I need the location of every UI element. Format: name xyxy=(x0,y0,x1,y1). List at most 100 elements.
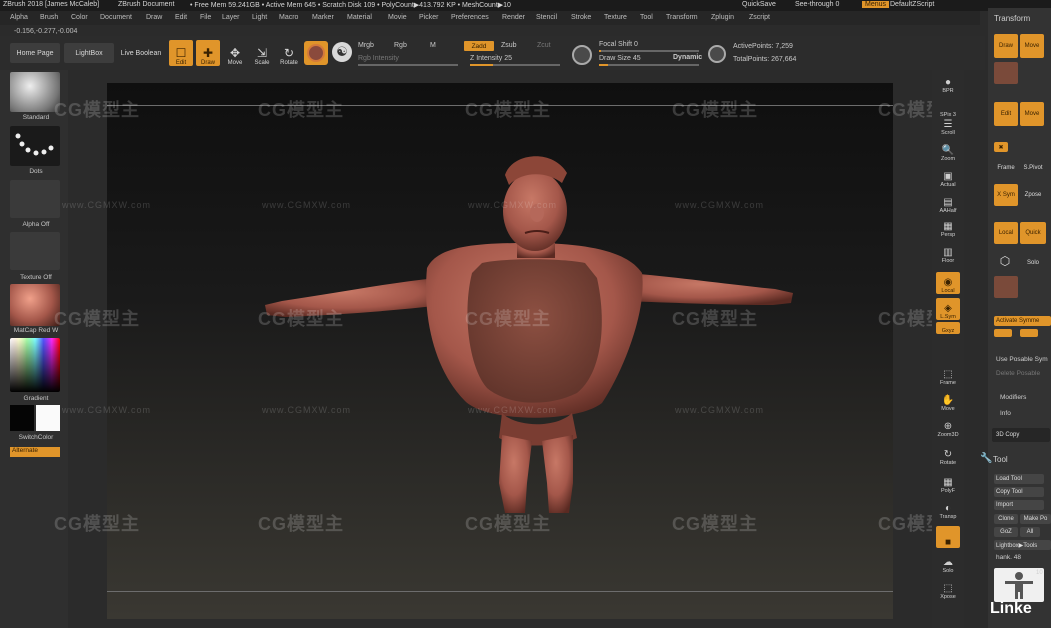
script-name[interactable]: DefaultZScript xyxy=(890,1,934,8)
polyf-button[interactable]: ▦ PolyF xyxy=(936,472,960,494)
goz-all-button[interactable]: All xyxy=(1020,527,1040,537)
menu-material[interactable]: Material xyxy=(347,14,372,21)
menu-alpha[interactable]: Alpha xyxy=(10,14,28,21)
make-polymesh-button[interactable]: Make Po xyxy=(1020,514,1051,524)
palette-xsym-button[interactable]: X Sym xyxy=(994,184,1018,206)
stroke-selector-icon[interactable] xyxy=(10,126,60,166)
cube-icon[interactable]: ⬡ xyxy=(996,252,1014,270)
lsym-button[interactable]: ◈ L.Sym xyxy=(936,298,960,320)
delete-posable-button[interactable]: Delete Posable xyxy=(996,370,1040,377)
palette-move-button[interactable]: Move xyxy=(1020,34,1044,58)
menu-texture[interactable]: Texture xyxy=(604,14,627,21)
modifiers-section[interactable]: Modifiers xyxy=(1000,394,1026,401)
scale-mode-button[interactable]: ⇲ Scale xyxy=(250,40,274,66)
palette-edit-button[interactable]: Edit xyxy=(994,102,1018,126)
menu-edit[interactable]: Edit xyxy=(175,14,187,21)
menu-brush[interactable]: Brush xyxy=(40,14,58,21)
zoom-button[interactable]: 🔍 Zoom xyxy=(936,140,960,162)
rgb-toggle[interactable]: Rgb xyxy=(394,42,407,49)
palette-zpose-button[interactable]: Zpose xyxy=(1020,184,1046,206)
palette-swatch[interactable] xyxy=(994,276,1018,298)
sculpt-model[interactable] xyxy=(107,83,893,619)
z-intensity-slider[interactable]: Z Intensity 25 xyxy=(470,55,512,62)
gxyz-button[interactable]: Gxyz xyxy=(936,322,960,334)
persp-button[interactable]: ▦ Persp xyxy=(936,216,960,238)
lightbox-button[interactable]: LightBox xyxy=(64,43,114,63)
aahalf-button[interactable]: ▤ AAHalf xyxy=(936,192,960,214)
rotate-mode-button[interactable]: ↻ Rotate xyxy=(277,40,301,66)
live-boolean-button[interactable]: Live Boolean xyxy=(116,43,166,63)
menu-render[interactable]: Render xyxy=(502,14,525,21)
zadd-toggle[interactable]: Zadd xyxy=(464,41,494,51)
quicksave-button[interactable]: QuickSave xyxy=(742,1,776,8)
menu-macro[interactable]: Macro xyxy=(279,14,298,21)
palette-local-button[interactable]: Local xyxy=(994,222,1018,244)
menus-button[interactable]: Menus xyxy=(862,1,890,8)
menu-document[interactable]: Document xyxy=(100,14,132,21)
palette-spivot-button[interactable]: S.Pivot xyxy=(1020,158,1046,178)
material-preview-button[interactable] xyxy=(304,41,328,65)
menu-tool[interactable]: Tool xyxy=(640,14,653,21)
menu-draw[interactable]: Draw xyxy=(146,14,162,21)
edit-mode-button[interactable]: ☐ Edit xyxy=(169,40,193,66)
see-through-slider[interactable]: See-through 0 xyxy=(795,1,839,8)
copy-tool-button[interactable]: Copy Tool xyxy=(994,487,1044,497)
focal-shift-icon[interactable] xyxy=(572,45,592,65)
bpr-button[interactable]: ● BPR xyxy=(936,72,960,94)
alternate-toggle[interactable]: Alternate xyxy=(10,447,60,457)
primary-color-swatch[interactable] xyxy=(10,405,34,431)
secondary-color-swatch[interactable] xyxy=(36,405,60,431)
transform-palette-title[interactable]: Transform xyxy=(994,14,1030,23)
palette-solo-button[interactable]: Solo xyxy=(1020,252,1046,274)
palette-material-swatch[interactable] xyxy=(994,62,1018,84)
ghost-button[interactable]: ■ xyxy=(936,526,960,548)
menu-stroke[interactable]: Stroke xyxy=(571,14,591,21)
actual-button[interactable]: ▣ Actual xyxy=(936,166,960,188)
palette-xyz-toggle[interactable]: ✖ xyxy=(994,142,1008,152)
zcut-toggle[interactable]: Zcut xyxy=(537,42,551,49)
palette-quick-button[interactable]: Quick xyxy=(1020,222,1046,244)
move-view-button[interactable]: ✋ Move xyxy=(936,390,960,412)
sym-y-toggle[interactable] xyxy=(1020,329,1038,337)
floor-button[interactable]: ▥ Floor xyxy=(936,242,960,264)
menu-preferences[interactable]: Preferences xyxy=(451,14,489,21)
use-posable-symmetry[interactable]: Use Posable Sym xyxy=(996,356,1048,363)
palette-draw-button[interactable]: Draw xyxy=(994,34,1018,58)
sym-x-toggle[interactable] xyxy=(994,329,1012,337)
zoom3d-button[interactable]: ⊕ Zoom3D xyxy=(936,416,960,438)
dynamic-toggle[interactable]: Dynamic xyxy=(673,54,702,61)
home-page-button[interactable]: Home Page xyxy=(10,43,60,63)
menu-light[interactable]: Light xyxy=(252,14,267,21)
palette-frame-button[interactable]: Frame xyxy=(994,158,1018,178)
goz-button[interactable]: GoZ xyxy=(994,527,1018,537)
m-toggle[interactable]: M xyxy=(430,42,436,49)
info-section[interactable]: Info xyxy=(1000,410,1011,417)
solo-button[interactable]: ☁ Solo xyxy=(936,552,960,574)
canvas-viewport[interactable] xyxy=(107,83,893,619)
color-picker[interactable] xyxy=(10,338,60,392)
rgb-intensity-slider[interactable]: Rgb Intensity xyxy=(358,55,399,62)
focal-shift-slider[interactable]: Focal Shift 0 xyxy=(599,41,638,48)
frame-button[interactable]: ⬚ Frame xyxy=(936,364,960,386)
xpose-button[interactable]: ⬚ Xpose xyxy=(936,578,960,600)
import-button[interactable]: Import xyxy=(994,500,1044,510)
menu-movie[interactable]: Movie xyxy=(388,14,407,21)
draw-size-slider[interactable]: Draw Size 45 xyxy=(599,55,641,62)
menu-picker[interactable]: Picker xyxy=(419,14,438,21)
menu-zplugin[interactable]: Zplugin xyxy=(711,14,734,21)
palette-move2-button[interactable]: Move xyxy=(1020,102,1044,126)
mrgb-toggle[interactable]: Mrgb xyxy=(358,42,374,49)
clone-button[interactable]: Clone xyxy=(994,514,1018,524)
3d-copy-button[interactable]: 3D Copy xyxy=(992,428,1050,442)
local-button[interactable]: ◉ Local xyxy=(936,272,960,294)
menu-transform[interactable]: Transform xyxy=(666,14,698,21)
alpha-selector-icon[interactable] xyxy=(10,180,60,218)
menu-layer[interactable]: Layer xyxy=(222,14,240,21)
transp-button[interactable]: ◐ Transp xyxy=(936,498,960,520)
zsub-toggle[interactable]: Zsub xyxy=(501,42,517,49)
scroll-button[interactable]: ☰ Scroll xyxy=(936,114,960,136)
load-tool-button[interactable]: Load Tool xyxy=(994,474,1044,484)
texture-swatch-icon[interactable]: ☯ xyxy=(332,42,352,62)
menu-color[interactable]: Color xyxy=(71,14,88,21)
brush-selector-icon[interactable] xyxy=(10,72,60,112)
